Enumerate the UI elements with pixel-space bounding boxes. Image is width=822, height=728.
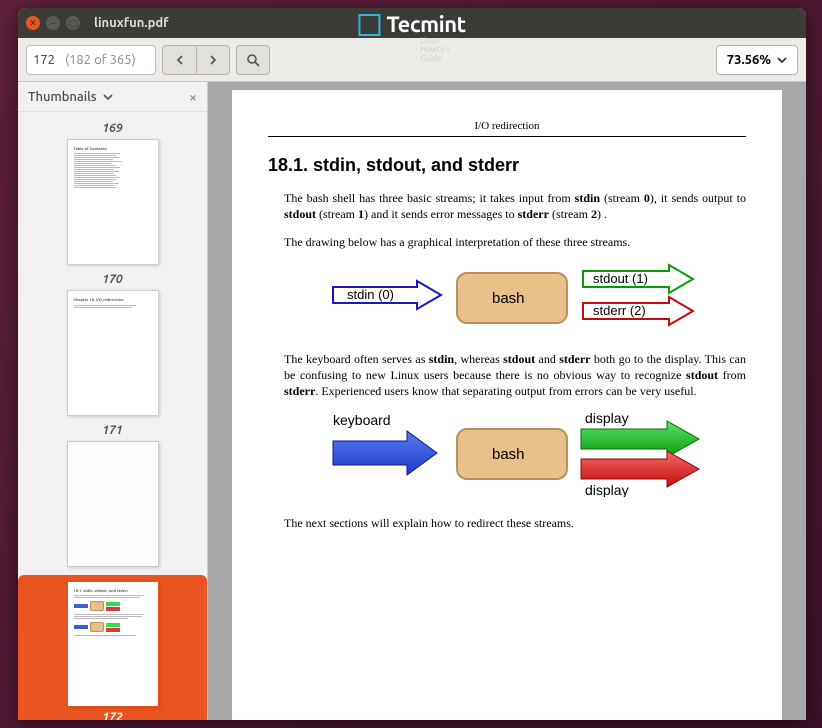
watermark-brand: Tecmint — [386, 12, 465, 37]
window-title: linuxfun.pdf — [94, 16, 169, 30]
thumbnail-169[interactable]: 169 Table of Contents — [18, 122, 207, 265]
thumbnail-171[interactable]: 171 — [18, 424, 207, 567]
thumbnail-list[interactable]: 169 Table of Contents — [18, 112, 207, 720]
paragraph-4: The next sections will explain how to re… — [284, 515, 746, 531]
section-heading: 18.1. stdin, stdout, and stderr — [268, 155, 746, 176]
minimize-button[interactable]: – — [46, 16, 60, 30]
svg-text:bash: bash — [492, 446, 525, 463]
tecmint-logo-icon — [358, 14, 380, 36]
svg-text:keyboard: keyboard — [333, 412, 391, 428]
search-icon — [246, 53, 260, 67]
diagram-keyboard-display: keyboard bash display — [307, 411, 707, 497]
close-button[interactable]: ✕ — [26, 16, 40, 30]
svg-text:display: display — [585, 482, 629, 497]
paragraph-2: The drawing below has a graphical interp… — [284, 234, 746, 250]
document-viewport[interactable]: I/O redirection 18.1. stdin, stdout, and… — [208, 82, 806, 720]
zoom-selector[interactable]: 73.56% — [716, 45, 798, 75]
sidebar-header: Thumbnails × — [18, 82, 207, 112]
paragraph-1: The bash shell has three basic streams; … — [284, 190, 746, 222]
sidebar-title: Thumbnails — [28, 90, 97, 104]
page-rule — [268, 136, 746, 137]
paragraph-3: The keyboard often serves as stdin, wher… — [284, 351, 746, 400]
page-number-input[interactable]: 172 (182 of 365) — [26, 45, 156, 75]
watermark: Tecmint Linux Howto's Guide — [358, 12, 465, 37]
main-body: Thumbnails × 169 Table of Contents — [18, 82, 806, 720]
search-button[interactable] — [236, 45, 270, 75]
diagram-streams: stdin (0) bash stdout (1) stderr (2) — [307, 263, 707, 333]
titlebar: ✕ – ▢ linuxfun.pdf Tecmint Linux Howto's… — [18, 8, 806, 38]
page-current: 172 — [33, 53, 61, 67]
thumbnail-170[interactable]: 170 Chapter 18. I/O redirection — [18, 273, 207, 416]
svg-text:bash: bash — [492, 290, 525, 307]
svg-text:stdin (0): stdin (0) — [347, 287, 394, 302]
maximize-button[interactable]: ▢ — [66, 16, 80, 30]
thumbnail-172-selected[interactable]: 18.1. stdin, stdout, and stderr — [18, 575, 207, 720]
prev-page-button[interactable] — [162, 45, 196, 75]
chevron-down-icon[interactable] — [103, 93, 113, 101]
next-page-button[interactable] — [196, 45, 230, 75]
toolbar: 172 (182 of 365) 73.56% — [18, 38, 806, 82]
page-nav-group — [162, 45, 230, 75]
zoom-value: 73.56% — [727, 53, 771, 67]
window-controls: ✕ – ▢ — [26, 16, 80, 30]
app-window: ✕ – ▢ linuxfun.pdf Tecmint Linux Howto's… — [18, 8, 806, 720]
close-sidebar-button[interactable]: × — [189, 89, 197, 105]
svg-text:display: display — [585, 411, 629, 426]
svg-text:stdout (1): stdout (1) — [593, 271, 648, 286]
chevron-left-icon — [175, 55, 185, 65]
chevron-right-icon — [208, 55, 218, 65]
thumbnails-sidebar: Thumbnails × 169 Table of Contents — [18, 82, 208, 720]
svg-text:stderr (2): stderr (2) — [593, 303, 646, 318]
chevron-down-icon — [777, 56, 787, 64]
pdf-page: I/O redirection 18.1. stdin, stdout, and… — [232, 90, 782, 720]
page-total: (182 of 365) — [65, 53, 136, 67]
running-head: I/O redirection — [268, 120, 746, 132]
